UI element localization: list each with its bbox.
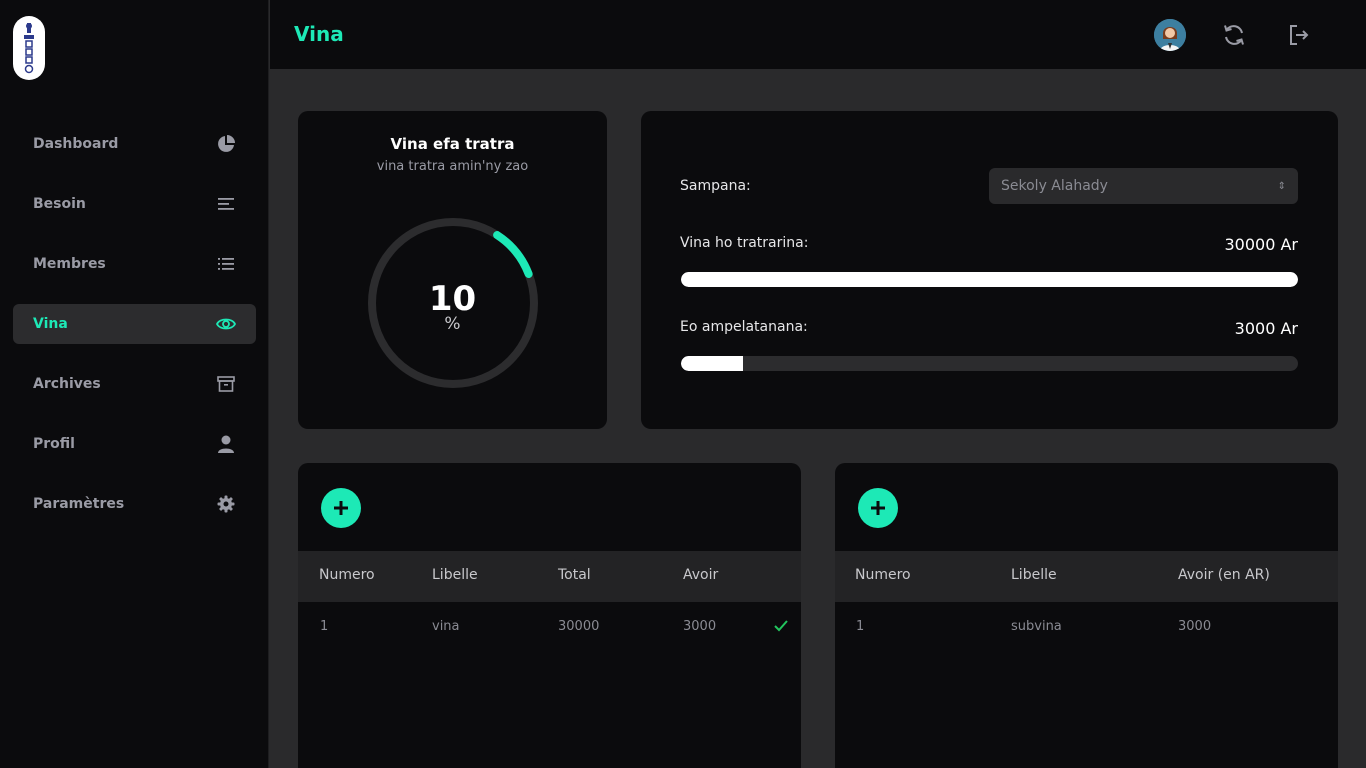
user-icon: [216, 434, 236, 454]
top-bar: Vina: [270, 0, 1366, 69]
gauge-title: Vina efa tratra: [390, 135, 515, 153]
page-title: Vina: [294, 22, 344, 46]
sampana-select-value: Sekoly Alahady: [1001, 178, 1108, 194]
sidebar-item-label: Profil: [33, 436, 75, 452]
table-header: Numero Libelle Total Avoir: [298, 551, 801, 602]
cell-numero: 1: [320, 619, 329, 634]
target-label: Vina ho tratrarina:: [680, 235, 809, 251]
sidebar-item-label: Paramètres: [33, 496, 125, 512]
current-amount: 3000 Ar: [1234, 319, 1298, 338]
column-header[interactable]: Libelle: [432, 567, 478, 583]
gauge-subtitle: vina tratra amin'ny zao: [376, 159, 529, 174]
gauge-unit: %: [444, 314, 461, 334]
logout-icon[interactable]: [1286, 22, 1312, 48]
sidebar-item-label: Dashboard: [33, 136, 119, 152]
column-header[interactable]: Avoir (en AR): [1178, 567, 1270, 583]
sidebar-item-besoin[interactable]: Besoin: [13, 184, 256, 224]
cell-libelle: vina: [432, 619, 460, 634]
column-header[interactable]: Numero: [319, 567, 375, 583]
sidebar-item-profil[interactable]: Profil: [13, 424, 256, 464]
sampana-label: Sampana:: [680, 178, 751, 194]
chevron-updown-icon: ⇕: [1277, 180, 1286, 192]
app-logo[interactable]: [13, 16, 45, 80]
table-header: Numero Libelle Avoir (en AR): [835, 551, 1338, 602]
goal-gauge-card: Vina efa tratra vina tratra amin'ny zao …: [298, 111, 607, 429]
current-progress-fill: [681, 356, 743, 371]
cell-numero: 1: [856, 619, 865, 634]
goal-progress-card: Sampana: Sekoly Alahady ⇕ Vina ho tratra…: [641, 111, 1338, 429]
sidebar-item-label: Besoin: [33, 196, 86, 212]
subgoals-table-card: Numero Libelle Avoir (en AR) 1 subvina 3…: [835, 463, 1338, 768]
cell-avoir: 3000: [1178, 619, 1212, 634]
sidebar-item-label: Vina: [33, 316, 68, 332]
sidebar-nav: Dashboard Besoin Membres Vina Archives P…: [13, 124, 256, 544]
sidebar-item-archives[interactable]: Archives: [13, 364, 256, 404]
sidebar-item-label: Membres: [33, 256, 106, 272]
column-header[interactable]: Total: [558, 567, 591, 583]
list-icon: [216, 254, 236, 274]
avatar[interactable]: [1154, 19, 1186, 51]
sidebar-item-dashboard[interactable]: Dashboard: [13, 124, 256, 164]
column-header[interactable]: Libelle: [1011, 567, 1057, 583]
align-left-icon: [216, 194, 236, 214]
target-progress-fill: [681, 272, 1298, 287]
current-label: Eo ampelatanana:: [680, 319, 808, 335]
current-progress-bar: [681, 356, 1298, 371]
sidebar-item-parametres[interactable]: Paramètres: [13, 484, 256, 524]
sidebar-item-membres[interactable]: Membres: [13, 244, 256, 284]
cell-avoir: 3000: [683, 619, 717, 634]
target-amount: 30000 Ar: [1224, 235, 1298, 254]
check-icon[interactable]: [773, 618, 789, 634]
sidebar-item-label: Archives: [33, 376, 101, 392]
sampana-select[interactable]: Sekoly Alahady ⇕: [989, 168, 1298, 204]
goals-table-card: Numero Libelle Total Avoir 1 vina 30000 …: [298, 463, 801, 768]
cell-libelle: subvina: [1011, 619, 1062, 634]
add-goal-button[interactable]: [321, 488, 361, 528]
column-header[interactable]: Numero: [855, 567, 911, 583]
target-progress-bar: [681, 272, 1298, 287]
plus-icon: [334, 501, 348, 515]
column-header[interactable]: Avoir: [683, 567, 718, 583]
gauge-value: 10: [428, 279, 477, 319]
sidebar-item-vina[interactable]: Vina: [13, 304, 256, 344]
cell-total: 30000: [558, 619, 600, 634]
gear-icon: [216, 494, 236, 514]
logo-icon: [24, 23, 34, 74]
refresh-icon[interactable]: [1221, 22, 1247, 48]
eye-icon: [216, 314, 236, 334]
sidebar: Dashboard Besoin Membres Vina Archives P…: [0, 0, 269, 768]
archive-icon: [216, 374, 236, 394]
add-subgoal-button[interactable]: [858, 488, 898, 528]
pie-chart-icon: [216, 134, 236, 154]
plus-icon: [871, 501, 885, 515]
